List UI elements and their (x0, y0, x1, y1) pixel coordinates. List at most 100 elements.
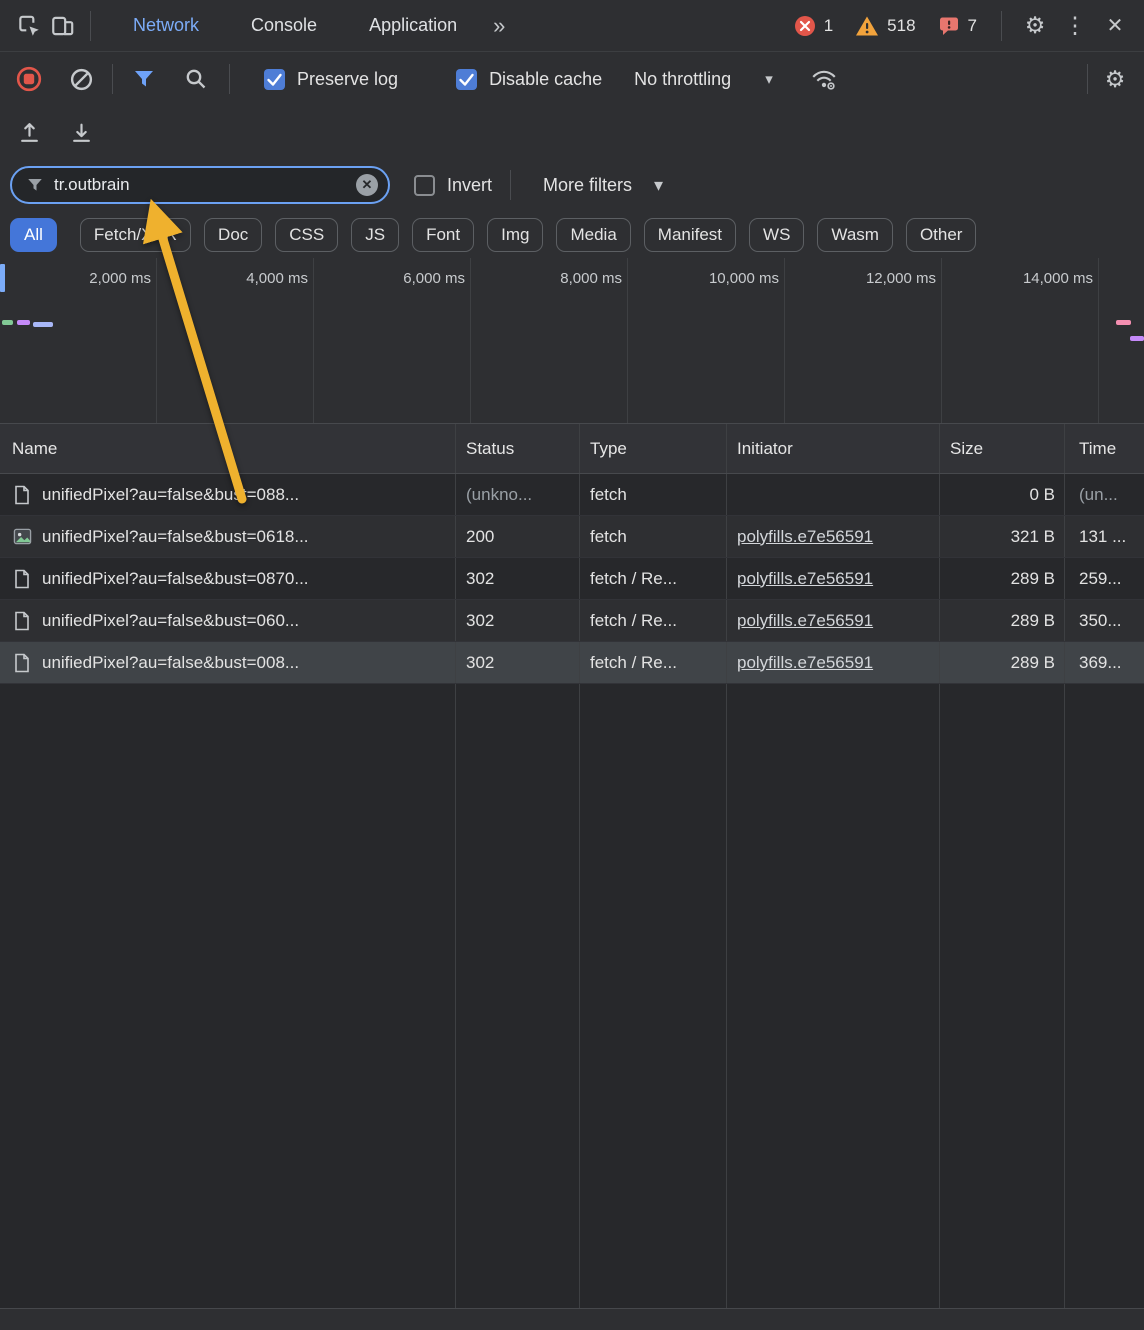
table-row[interactable]: unifiedPixel?au=false&bust=060... 302 fe… (0, 600, 1144, 642)
column-header-size[interactable]: Size (940, 424, 1065, 473)
timeline-gridline (313, 258, 314, 423)
request-status: 302 (456, 600, 580, 641)
settings-gear-icon[interactable]: ⚙ (1018, 9, 1052, 43)
warning-badge[interactable]: 518 (847, 15, 923, 37)
timeline-tick: 2,000 ms (89, 270, 151, 287)
request-name: unifiedPixel?au=false&bust=060... (42, 611, 299, 631)
inspect-element-icon[interactable] (12, 9, 46, 43)
timeline-request-bar (1116, 320, 1131, 325)
clear-network-log-icon[interactable] (64, 62, 98, 96)
timeline-gridline (1098, 258, 1099, 423)
checkbox-unchecked-icon (414, 175, 435, 196)
har-toolbar (0, 106, 1144, 158)
type-filter-ws[interactable]: WS (749, 218, 804, 252)
error-badge[interactable]: 1 (786, 15, 841, 37)
table-empty-area (0, 684, 1144, 1308)
filter-input-container[interactable]: ✕ (10, 166, 390, 204)
table-row[interactable]: unifiedPixel?au=false&bust=0618... 200 f… (0, 516, 1144, 558)
column-header-status[interactable]: Status (456, 424, 580, 473)
column-header-type[interactable]: Type (580, 424, 727, 473)
filter-funnel-icon[interactable] (127, 62, 161, 96)
more-tabs-icon[interactable]: » (483, 13, 515, 39)
table-row-selected[interactable]: unifiedPixel?au=false&bust=008... 302 fe… (0, 642, 1144, 684)
timeline-gridline (470, 258, 471, 423)
timeline-tick: 10,000 ms (709, 270, 779, 287)
network-conditions-icon[interactable] (807, 62, 841, 96)
devtools-window: Network Console Application » 1 518 (0, 0, 1144, 1330)
filter-bar: ✕ Invert More filters ▾ (0, 158, 1144, 212)
request-time: (un... (1065, 474, 1144, 515)
checkbox-checked-icon (264, 69, 285, 90)
toolbar-divider (510, 170, 511, 200)
initiator-link[interactable]: polyfills.e7e56591 (737, 653, 873, 673)
request-size: 289 B (940, 558, 1065, 599)
export-har-icon[interactable] (64, 115, 98, 149)
type-filter-img[interactable]: Img (487, 218, 543, 252)
request-status: 302 (456, 642, 580, 683)
request-size: 321 B (940, 516, 1065, 557)
device-toolbar-icon[interactable] (46, 9, 80, 43)
tab-network[interactable]: Network (107, 0, 225, 51)
type-filter-fetch-xhr[interactable]: Fetch/XHR (80, 218, 191, 252)
type-filter-doc[interactable]: Doc (204, 218, 262, 252)
toolbar-divider (1001, 11, 1002, 41)
timeline-request-bar (17, 320, 30, 325)
warning-icon (855, 15, 879, 37)
preserve-log-checkbox[interactable]: Preserve log (264, 69, 398, 90)
timeline-gridline (627, 258, 628, 423)
issues-badge[interactable]: 7 (930, 15, 985, 37)
preserve-log-label: Preserve log (297, 69, 398, 90)
timeline-request-bar (1130, 336, 1144, 341)
search-icon[interactable] (179, 62, 213, 96)
timeline-tick: 14,000 ms (1023, 270, 1093, 287)
record-network-log-icon[interactable] (12, 62, 46, 96)
initiator-link[interactable]: polyfills.e7e56591 (737, 611, 873, 631)
initiator-link[interactable]: polyfills.e7e56591 (737, 527, 873, 547)
type-filter-wasm[interactable]: Wasm (817, 218, 893, 252)
table-row[interactable]: unifiedPixel?au=false&bust=0870... 302 f… (0, 558, 1144, 600)
type-filter-manifest[interactable]: Manifest (644, 218, 736, 252)
more-filters-dropdown[interactable]: More filters ▾ (543, 175, 663, 196)
tab-application[interactable]: Application (343, 0, 483, 51)
close-devtools-icon[interactable]: ✕ (1098, 9, 1132, 43)
type-filter-css[interactable]: CSS (275, 218, 338, 252)
initiator-link[interactable]: polyfills.e7e56591 (737, 569, 873, 589)
column-header-name[interactable]: Name (0, 424, 456, 473)
network-toolbar: Preserve log Disable cache No throttling… (0, 52, 1144, 106)
warning-count: 518 (887, 16, 915, 36)
column-header-time[interactable]: Time (1065, 424, 1144, 473)
file-icon (12, 611, 32, 631)
disable-cache-checkbox[interactable]: Disable cache (456, 69, 602, 90)
network-settings-gear-icon[interactable]: ⚙ (1098, 62, 1132, 96)
request-status: 200 (456, 516, 580, 557)
request-type: fetch (580, 516, 727, 557)
timeline-tick: 8,000 ms (560, 270, 622, 287)
timeline-tick: 6,000 ms (403, 270, 465, 287)
request-size: 289 B (940, 642, 1065, 683)
status-bar (0, 1308, 1144, 1330)
type-filter-all[interactable]: All (10, 218, 57, 252)
type-filter-font[interactable]: Font (412, 218, 474, 252)
type-filter-js[interactable]: JS (351, 218, 399, 252)
filter-input[interactable] (54, 175, 346, 195)
throttling-dropdown[interactable]: No throttling ▾ (634, 69, 773, 90)
request-name: unifiedPixel?au=false&bust=088... (42, 485, 299, 505)
kebab-menu-icon[interactable]: ⋮ (1058, 9, 1092, 43)
toolbar-divider (112, 64, 113, 94)
requests-table-header: Name Status Type Initiator Size Time (0, 424, 1144, 474)
type-filter-other[interactable]: Other (906, 218, 977, 252)
invert-checkbox[interactable]: Invert (414, 175, 492, 196)
timeline-brush-handle[interactable] (0, 264, 5, 292)
request-name: unifiedPixel?au=false&bust=0618... (42, 527, 309, 547)
request-size: 0 B (940, 474, 1065, 515)
tab-console[interactable]: Console (225, 0, 343, 51)
import-har-icon[interactable] (12, 115, 46, 149)
error-count: 1 (824, 16, 833, 36)
type-filter-media[interactable]: Media (556, 218, 630, 252)
request-type: fetch / Re... (580, 600, 727, 641)
network-overview-timeline[interactable]: 2,000 ms 4,000 ms 6,000 ms 8,000 ms 10,0… (0, 258, 1144, 424)
column-header-initiator[interactable]: Initiator (727, 424, 940, 473)
clear-filter-icon[interactable]: ✕ (356, 174, 378, 196)
table-row[interactable]: unifiedPixel?au=false&bust=088... (unkno… (0, 474, 1144, 516)
request-name: unifiedPixel?au=false&bust=0870... (42, 569, 309, 589)
